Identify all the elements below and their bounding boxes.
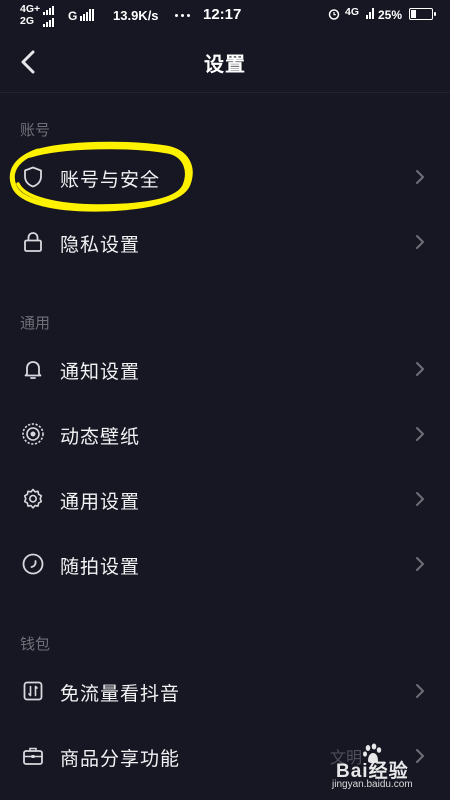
section-header-account: 账号 <box>20 121 51 139</box>
settings-item-label: 通知设置 <box>60 361 141 383</box>
network-speed: 13.9K/s <box>113 8 159 23</box>
status-bar: 4G+ 2G G 13.9K/s 12:17 4G 25% <box>0 0 450 32</box>
shield-icon <box>24 166 42 188</box>
chevron-right-icon <box>416 492 424 506</box>
settings-item-product-share[interactable]: 商品分享功能 <box>0 726 450 788</box>
chevron-right-icon <box>416 235 424 249</box>
network-g: G <box>68 9 78 23</box>
chevron-right-icon <box>416 684 424 698</box>
settings-item-label: 随拍设置 <box>60 556 141 578</box>
settings-item-account-security[interactable]: 账号与安全 <box>0 147 450 209</box>
clock: 12:17 <box>203 6 242 23</box>
wallpaper-icon <box>22 423 44 445</box>
nav-bar: 设置 <box>0 32 450 92</box>
signal-bars-icon <box>43 6 54 15</box>
network-type-right: 4G <box>345 6 360 18</box>
briefcase-icon <box>23 747 43 765</box>
section-header-general: 通用 <box>20 314 51 332</box>
settings-item-label: 免流量看抖音 <box>60 683 181 705</box>
settings-item-data-free[interactable]: 免流量看抖音 <box>0 661 450 723</box>
page-title: 设置 <box>204 52 246 76</box>
settings-item-label: 隐私设置 <box>60 234 141 256</box>
settings-item-live-wallpaper[interactable]: 动态壁纸 <box>0 404 450 466</box>
signal-bars-icon <box>43 18 54 27</box>
network-type-bottom: 2G <box>20 15 35 27</box>
settings-item-general[interactable]: 通用设置 <box>0 469 450 531</box>
divider <box>0 92 450 93</box>
battery-percent: 25% <box>378 8 403 22</box>
bell-icon <box>24 361 42 379</box>
lock-icon <box>24 232 42 252</box>
section-header-wallet: 钱包 <box>20 635 51 653</box>
data-free-icon <box>23 681 43 701</box>
chevron-right-icon <box>416 427 424 441</box>
network-indicator-left: 4G+ 2G <box>20 3 40 27</box>
settings-item-label: 动态壁纸 <box>60 426 141 448</box>
settings-screen: 4G+ 2G G 13.9K/s 12:17 4G 25% 设置 账号 账号与安… <box>0 0 450 800</box>
settings-item-label: 通用设置 <box>60 491 141 513</box>
settings-item-label: 账号与安全 <box>60 169 161 191</box>
chevron-right-icon <box>416 362 424 376</box>
battery-icon <box>409 8 436 20</box>
gear-icon <box>23 488 43 509</box>
alarm-icon <box>328 9 340 20</box>
network-type-top: 4G+ <box>20 3 41 15</box>
chevron-right-icon <box>416 170 424 184</box>
signal-bars-icon <box>80 9 94 21</box>
chevron-right-icon <box>416 557 424 571</box>
settings-item-snap[interactable]: 随拍设置 <box>0 534 450 596</box>
settings-item-notifications[interactable]: 通知设置 <box>0 339 450 401</box>
signal-bars-icon <box>366 8 374 19</box>
more-dots-icon <box>175 14 190 17</box>
settings-item-label: 商品分享功能 <box>60 748 181 770</box>
settings-item-privacy[interactable]: 隐私设置 <box>0 212 450 274</box>
chevron-right-icon <box>416 749 424 763</box>
camera-circle-icon <box>22 553 44 575</box>
